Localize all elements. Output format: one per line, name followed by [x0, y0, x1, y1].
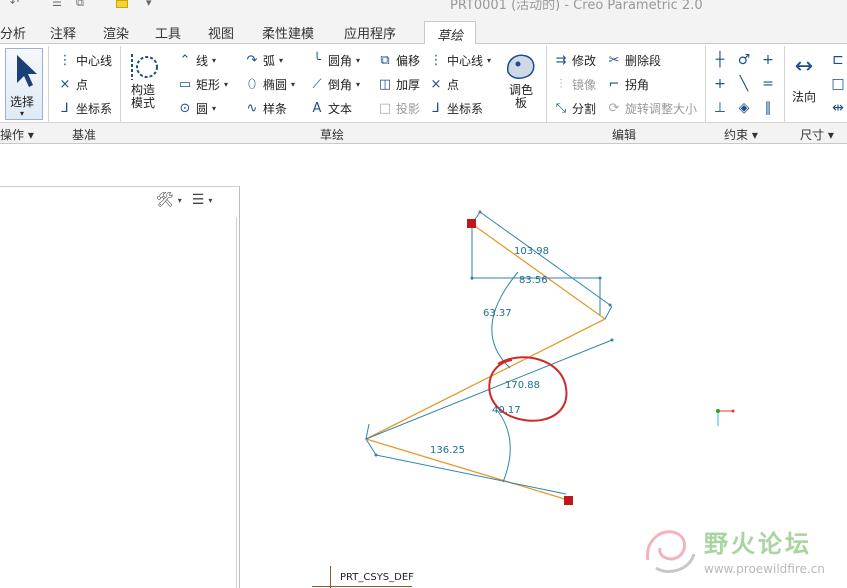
dimension-value[interactable]: 103.98 — [514, 246, 549, 257]
dimension-value[interactable]: 40.17 — [492, 405, 521, 416]
sketch-geometry[interactable] — [364, 223, 607, 501]
sketch-endpoint[interactable] — [467, 219, 476, 228]
watermark-url: www.proewildfire.cn — [704, 562, 825, 576]
csys-triad-icon — [716, 409, 735, 426]
dimension-value[interactable]: 83.56 — [519, 275, 548, 286]
watermark-logo-icon — [646, 530, 696, 573]
dimension-arrows — [374, 210, 614, 457]
csys-leader — [330, 566, 331, 588]
dimension-value[interactable]: 170.88 — [505, 380, 540, 391]
creo-window: ↶ ☰ ⧉ ▾ PRT0001 (活动的) - Creo Parametric … — [0, 0, 847, 588]
dimension-value[interactable]: 63.37 — [483, 308, 512, 319]
csys-label: PRT_CSYS_DEF — [340, 572, 414, 583]
watermark-title: 野火论坛 — [704, 530, 812, 558]
sketch-endpoint[interactable] — [564, 496, 573, 505]
csys-leader — [312, 586, 412, 587]
dimension-lines — [365, 211, 613, 495]
dimension-value[interactable]: 136.25 — [430, 445, 465, 456]
sketch-canvas[interactable]: 103.98 83.56 63.37 170.88 40.17 136.25 — [0, 0, 847, 588]
forum-watermark: 野火论坛 www.proewildfire.cn — [634, 520, 844, 582]
